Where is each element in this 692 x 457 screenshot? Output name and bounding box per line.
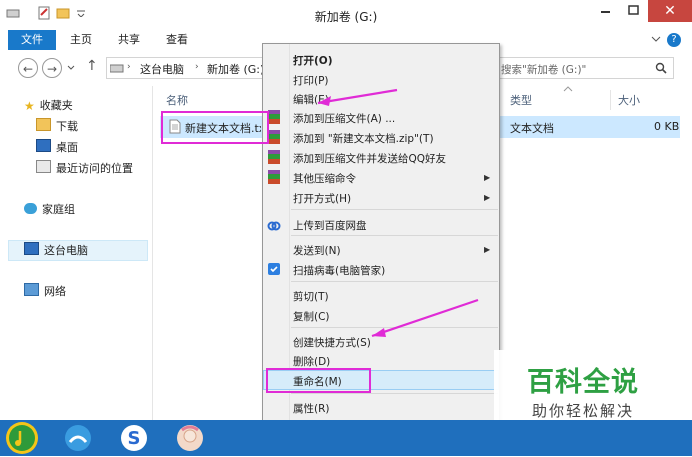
sogou-app-icon[interactable]: S — [118, 422, 150, 454]
watermark-subtitle: 助你轻松解决 — [531, 402, 634, 420]
avatar-app-icon[interactable] — [174, 422, 206, 454]
taskbar — [0, 420, 692, 456]
music-app-icon[interactable] — [6, 422, 38, 454]
svg-text:S: S — [128, 428, 141, 449]
browser-app-icon[interactable] — [62, 422, 94, 454]
watermark-title: 百科全说 — [527, 367, 639, 398]
